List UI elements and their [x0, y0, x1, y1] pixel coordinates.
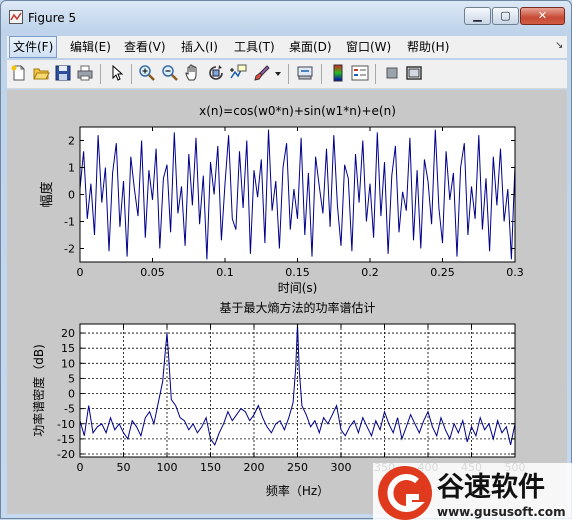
maximize-button[interactable]: ▢ [492, 7, 519, 25]
menu-help[interactable]: 帮助(H) [404, 36, 452, 58]
toolbar-separator [288, 64, 289, 84]
y-tick-label: -15 [57, 433, 75, 446]
toolbar-separator [321, 64, 322, 84]
figure-toolbar [7, 60, 567, 89]
toolbar-separator [131, 64, 132, 84]
y-tick-label: 5 [68, 372, 75, 385]
y-axis-label: 功率谱密度（dB) [31, 344, 46, 437]
menu-edit[interactable]: 编辑(E) [67, 36, 114, 58]
toolbar-separator [375, 64, 376, 84]
menu-tools[interactable]: 工具(T) [231, 36, 278, 58]
x-tick-label: 0.2 [361, 266, 379, 279]
rotate-3d-icon[interactable] [207, 64, 225, 82]
plots-svg: 0 0.05 0.1 0.15 0.2 0.25 0.3210-1-2x(n)=cos(w0… [31, 104, 526, 498]
new-figure-icon[interactable] [10, 64, 28, 82]
insert-legend-icon[interactable] [351, 64, 369, 82]
y-tick-label: -10 [57, 418, 75, 431]
y-tick-label: 10 [61, 357, 75, 370]
window-title: Figure 5 [28, 11, 77, 25]
chart-title: 基于最大熵方法的功率谱估计 [219, 300, 375, 315]
x-tick-label: 100 [157, 461, 178, 474]
menu-view[interactable]: 查看(V) [121, 36, 169, 58]
zoom-in-icon[interactable] [138, 64, 156, 82]
x-tick-label: 0.1 [216, 266, 234, 279]
x-tick-label: 0.15 [285, 266, 310, 279]
y-tick-label: -2 [64, 243, 75, 256]
y-tick-label: 20 [61, 327, 75, 340]
menu-bar: 文件(F) 编辑(E) 查看(V) 插入(I) 工具(T) 桌面(D) 窗口(W… [7, 36, 567, 58]
x-tick-label: 50 [117, 461, 131, 474]
x-tick-label: 0.25 [430, 266, 455, 279]
menu-desktop[interactable]: 桌面(D) [286, 36, 335, 58]
menu-file[interactable]: 文件(F) [9, 36, 58, 58]
minimize-icon: ▁ [473, 9, 482, 22]
y-tick-label: -1 [64, 216, 75, 229]
brush-icon[interactable] [253, 64, 271, 82]
minimize-button[interactable]: ▁ [464, 7, 491, 25]
x-tick-label: 300 [331, 461, 352, 474]
x-tick-label: 0 [77, 266, 84, 279]
y-tick-label: 15 [61, 342, 75, 355]
y-axis-label: 幅度 [39, 181, 55, 207]
zoom-out-icon[interactable] [161, 64, 179, 82]
maximize-icon: ▢ [500, 9, 511, 22]
y-tick-label: 0 [68, 388, 75, 401]
x-tick-label: 150 [200, 461, 221, 474]
watermark-brand: 谷速软件 [437, 472, 545, 503]
watermark-logo: 谷速软件 www.gususoft.com [373, 463, 572, 520]
y-tick-label: 1 [68, 162, 75, 175]
save-icon[interactable] [54, 64, 72, 82]
y-tick-label: 2 [68, 135, 75, 148]
figure-window: Figure 5 ▁ ▢ ✕ 文件(F) 编辑(E) 查看(V) 插入(I) 工… [0, 0, 572, 520]
toolbar-separator [100, 64, 101, 84]
x-axis-label: 时间(s) [278, 281, 318, 295]
chart-title: x(n)=cos(w0*n)+sin(w1*n)+e(n) [199, 104, 396, 118]
x-tick-label: 0.05 [140, 266, 165, 279]
hide-plot-tools-icon[interactable] [383, 64, 401, 82]
edit-plot-arrow-icon[interactable] [108, 64, 126, 82]
insert-colorbar-icon[interactable] [329, 64, 347, 82]
matlab-figure-icon [9, 10, 23, 24]
y-tick-label: 0 [68, 189, 75, 202]
link-plot-icon[interactable] [296, 64, 314, 82]
pan-hand-icon[interactable] [184, 64, 202, 82]
print-icon[interactable] [76, 64, 94, 82]
y-tick-label: -5 [64, 403, 75, 416]
x-axis-label: 频率（Hz） [266, 483, 329, 498]
x-tick-label: 0 [77, 461, 84, 474]
show-plot-tools-icon[interactable] [405, 64, 423, 82]
menu-insert[interactable]: 插入(I) [178, 36, 221, 58]
close-icon: ✕ [537, 9, 548, 22]
x-tick-label: 200 [244, 461, 265, 474]
x-tick-label: 250 [287, 461, 308, 474]
brush-dropdown-icon[interactable] [273, 64, 283, 82]
time-domain-axes: 0 0.05 0.1 0.15 0.2 0.25 0.3 2 1 0 -1 -2 x(n)=cos(w0… [39, 104, 524, 295]
y-tick-label: -20 [57, 448, 75, 461]
title-bar[interactable]: Figure 5 ▁ ▢ ✕ [1, 1, 571, 33]
figure-canvas: 0 0.05 0.1 0.15 0.2 0.25 0.3 2 1 0 -1 -2 x(n)=cos(w0… [7, 90, 567, 514]
open-file-icon[interactable] [32, 64, 50, 82]
close-button[interactable]: ✕ [520, 7, 565, 25]
data-cursor-icon[interactable] [229, 64, 247, 82]
menubar-overflow-icon[interactable]: ↘ [555, 40, 563, 51]
menu-window[interactable]: 窗口(W) [343, 36, 394, 58]
watermark-url: www.gususoft.com [437, 505, 566, 519]
x-tick-label: 0.3 [506, 266, 524, 279]
